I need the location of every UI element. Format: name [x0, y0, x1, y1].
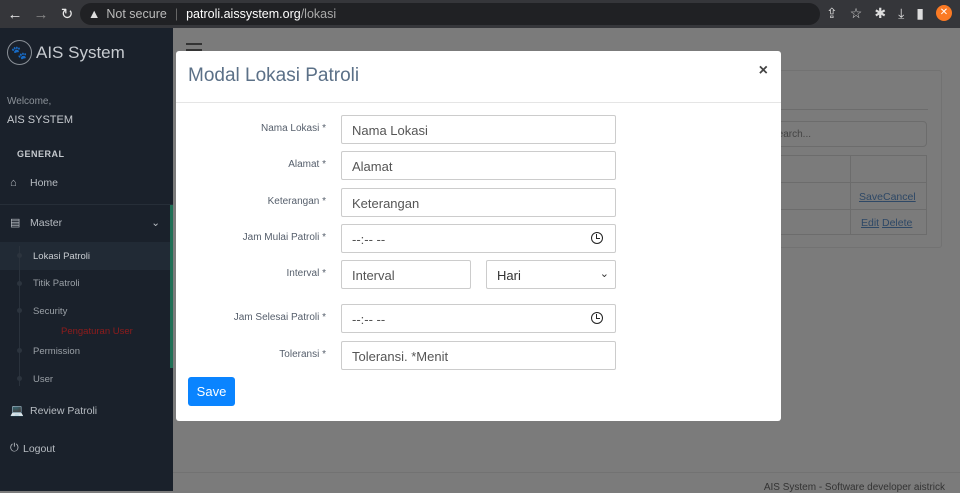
jam-selesai-input[interactable]: --:-- -- [341, 304, 616, 333]
menu-home[interactable]: ⌂ Home [10, 177, 58, 189]
menu-label: Home [30, 177, 59, 189]
paw-icon: 🐾 [7, 40, 32, 65]
label: Toleransi * [279, 349, 326, 360]
clock-icon[interactable] [591, 232, 603, 244]
time-value: --:-- -- [352, 312, 386, 327]
field-jam-selesai: Jam Selesai Patroli * --:-- -- [176, 304, 781, 333]
label: Interval * [286, 268, 326, 279]
menu-review-patroli[interactable]: 💻 Review Patroli [10, 404, 98, 418]
field-jam-mulai: Jam Mulai Patroli * --:-- -- [176, 224, 781, 253]
label: Nama Lokasi * [260, 123, 326, 134]
scroll-indicator [170, 205, 173, 368]
chevron-down-icon: ⌄ [151, 216, 160, 229]
download-icon[interactable]: ⤓ [898, 5, 904, 22]
submenu-lokasi-patroli[interactable]: Lokasi Patroli [33, 251, 90, 262]
power-icon: ⏻ [10, 442, 19, 454]
tree-line [19, 246, 20, 386]
url-host: patroli.aissystem.org [186, 7, 301, 21]
submenu-titik-patroli[interactable]: Titik Patroli [33, 278, 80, 289]
laptop-icon: 💻 [10, 405, 24, 417]
select-value: Hari [497, 268, 521, 283]
address-bar[interactable]: ▲ Not secure | patroli.aissystem.org/lok… [80, 3, 820, 25]
menu-master[interactable]: ▤ Master ⌄ [10, 216, 160, 230]
hamburger-icon[interactable] [186, 43, 202, 51]
time-value: --:-- -- [352, 232, 386, 247]
back-icon[interactable]: ← [4, 6, 26, 23]
label: Keterangan * [267, 196, 326, 207]
alamat-input[interactable]: Alamat [341, 151, 616, 180]
field-nama-lokasi: Nama Lokasi * Nama Lokasi [176, 115, 781, 144]
welcome-text: Welcome, [7, 96, 52, 107]
field-keterangan: Keterangan * Keterangan [176, 188, 781, 217]
bullet-icon [17, 376, 22, 381]
modal-title: Modal Lokasi Patroli [188, 65, 360, 86]
clock-icon[interactable] [591, 312, 603, 324]
field-alamat: Alamat * Alamat [176, 151, 781, 180]
menu-label: Logout [23, 442, 56, 455]
bullet-icon [17, 308, 22, 313]
menu-label: Master [30, 216, 63, 229]
close-icon[interactable]: × [759, 62, 768, 80]
nama-lokasi-input[interactable]: Nama Lokasi [341, 115, 616, 144]
browser-toolbar: ← → ↻ ▲ Not secure | patroli.aissystem.o… [0, 0, 960, 28]
submenu-permission[interactable]: Permission [33, 346, 80, 357]
brand[interactable]: 🐾 AIS System [7, 40, 125, 65]
cancel-link[interactable]: Cancel [883, 191, 916, 203]
url-path: /lokasi [300, 7, 337, 21]
divider [0, 204, 173, 205]
edit-link[interactable]: Edit [861, 217, 879, 229]
xampp-extension-icon[interactable]: ✕ [936, 5, 952, 21]
bullet-icon [17, 253, 22, 258]
star-icon[interactable]: ☆ [850, 5, 863, 22]
toleransi-input[interactable]: Toleransi. *Menit [341, 341, 616, 370]
security-status: Not secure [106, 7, 167, 21]
share-icon[interactable]: ⇪ [826, 5, 838, 22]
footer: AIS System - Software developer aistrick [173, 472, 960, 493]
jam-mulai-input[interactable]: --:-- -- [341, 224, 616, 253]
sidebar: 🐾 AIS System Welcome, AIS SYSTEM GENERAL … [0, 28, 173, 491]
label: Jam Mulai Patroli * [242, 232, 326, 243]
forward-icon[interactable]: → [30, 6, 52, 23]
reload-icon[interactable]: ↻ [56, 5, 78, 23]
search-input[interactable]: Search... [770, 121, 927, 147]
modal-header: Modal Lokasi Patroli × [176, 51, 781, 103]
save-link[interactable]: Save [859, 191, 883, 203]
menu-label: Review Patroli [30, 404, 98, 417]
keterangan-input[interactable]: Keterangan [341, 188, 616, 217]
field-interval: Interval * Interval Hari ⌄ [176, 260, 781, 289]
divider: | [174, 7, 179, 21]
bullet-icon [17, 281, 22, 286]
modal-lokasi-patroli: Modal Lokasi Patroli × Nama Lokasi * Nam… [176, 51, 781, 421]
delete-link[interactable]: Delete [882, 217, 912, 229]
submenu-user[interactable]: User [33, 374, 53, 385]
bullet-icon [17, 348, 22, 353]
warning-icon: ▲ [88, 7, 101, 21]
label: Jam Selesai Patroli * [233, 312, 326, 323]
brand-name: AIS System [36, 42, 125, 62]
interval-unit-select[interactable]: Hari ⌄ [486, 260, 616, 289]
menu-logout[interactable]: ⏻ Logout [10, 442, 55, 455]
interval-input[interactable]: Interval [341, 260, 471, 289]
field-toleransi: Toleransi * Toleransi. *Menit [176, 341, 781, 370]
home-icon: ⌂ [10, 177, 17, 189]
label: Alamat * [288, 159, 326, 170]
submenu-security[interactable]: Security [33, 306, 67, 317]
table-icon: ▤ [10, 217, 21, 229]
group-pengaturan-user: Pengaturan User [61, 326, 133, 337]
section-general: GENERAL [17, 149, 65, 159]
extensions-icon[interactable]: ✱ [874, 5, 886, 22]
chevron-down-icon: ⌄ [599, 268, 609, 280]
sidepanel-icon[interactable]: ▮ [916, 5, 924, 22]
save-button[interactable]: Save [188, 377, 235, 406]
user-name: AIS SYSTEM [7, 114, 74, 126]
